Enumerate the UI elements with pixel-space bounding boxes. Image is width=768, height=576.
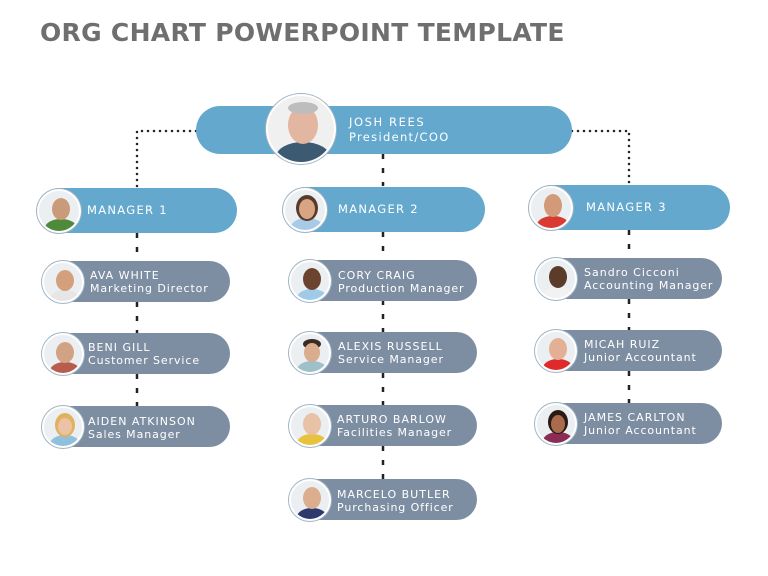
ceo-card[interactable]: JOSH REES President/COO	[196, 106, 572, 154]
employee-name: BENI GILL	[88, 341, 151, 354]
employee-name: ALEXIS RUSSELL	[338, 340, 443, 353]
employee-role: Marketing Director	[90, 282, 209, 295]
employee-name: MARCELO BUTLER	[337, 488, 451, 501]
employee-name: MICAH RUIZ	[584, 338, 661, 351]
employee-avatar-icon	[535, 258, 577, 300]
employee-avatar-icon	[42, 406, 84, 448]
manager-avatar-icon	[37, 189, 81, 233]
employee-role: Production Manager	[338, 282, 465, 295]
employee-name: AIDEN ATKINSON	[88, 415, 196, 428]
employee-avatar-icon	[535, 403, 577, 445]
employee-role: Accounting Manager	[584, 279, 714, 292]
employee-role: Junior Accountant	[584, 351, 697, 364]
employee-role: Facilities Manager	[337, 426, 453, 439]
employee-role: Junior Accountant	[584, 424, 697, 437]
employee-avatar-icon	[289, 260, 331, 302]
connector-ceo-manager-3	[570, 129, 631, 188]
employee-role: Sales Manager	[88, 428, 181, 441]
connector-ceo-manager-1	[135, 129, 198, 190]
employee-role: Customer Service	[88, 354, 200, 367]
manager-avatar-icon	[283, 188, 327, 232]
employee-name: JAMES CARLTON	[584, 411, 686, 424]
ceo-name: JOSH REES	[349, 115, 426, 129]
employee-name: AVA WHITE	[90, 269, 160, 282]
employee-avatar-icon	[42, 261, 84, 303]
manager-avatar-icon	[529, 186, 573, 230]
manager-name: MANAGER 2	[338, 202, 419, 216]
employee-avatar-icon	[289, 405, 331, 447]
employee-name: CORY CRAIG	[338, 269, 416, 282]
employee-avatar-icon	[535, 330, 577, 372]
employee-avatar-icon	[289, 479, 331, 521]
employee-avatar-icon	[289, 332, 331, 374]
employee-role: Service Manager	[338, 353, 444, 366]
employee-name: ARTURO BARLOW	[337, 413, 447, 426]
employee-name: Sandro Cicconi	[584, 266, 680, 279]
employee-avatar-icon	[42, 333, 84, 375]
employee-role: Purchasing Officer	[337, 501, 454, 514]
manager-name: MANAGER 3	[586, 200, 667, 214]
ceo-role: President/COO	[349, 130, 450, 144]
manager-name: MANAGER 1	[87, 203, 168, 217]
ceo-avatar-icon	[266, 94, 336, 164]
